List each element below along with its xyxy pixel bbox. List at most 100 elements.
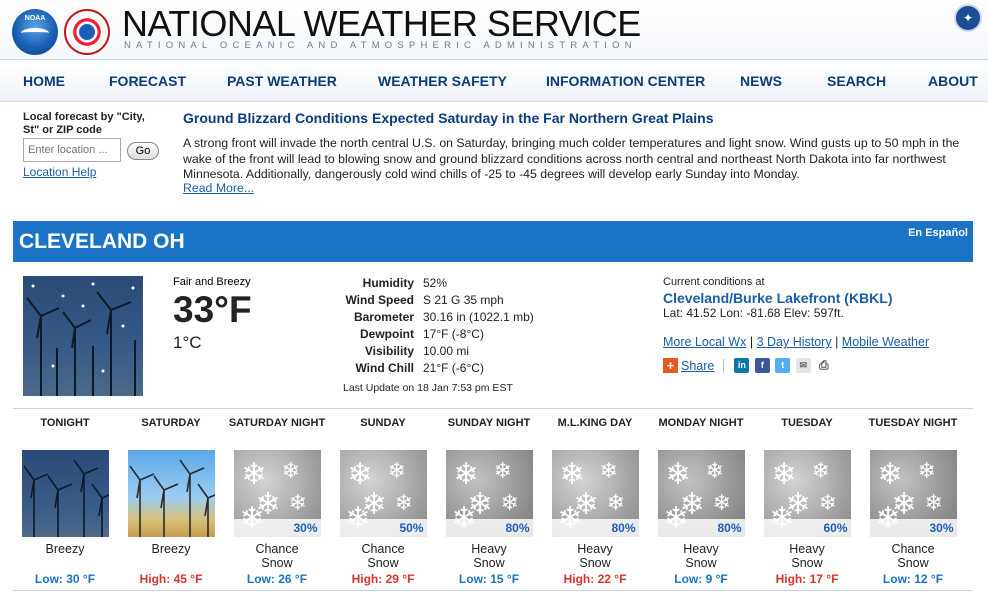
- forecast-period[interactable]: TUESDAY ❄❄❄❄❄60% HeavySnow High: 17 °F: [757, 417, 857, 586]
- main-nav: HOME FORECAST PAST WEATHER WEATHER SAFET…: [0, 62, 988, 102]
- detail-label: Dewpoint: [360, 327, 414, 341]
- news-headline[interactable]: Ground Blizzard Conditions Expected Satu…: [183, 110, 714, 126]
- section-divider: [13, 590, 973, 591]
- share-link[interactable]: Share: [681, 359, 714, 373]
- espanol-link[interactable]: En Español: [908, 227, 968, 239]
- forecast-period-name: TONIGHT: [40, 417, 90, 429]
- nav-news[interactable]: NEWS: [740, 73, 782, 89]
- forecast-low-temp: Low: 15 °F: [458, 572, 520, 586]
- site-header: NOAA NATIONAL WEATHER SERVICE NATIONAL O…: [0, 0, 988, 60]
- forecast-period[interactable]: TONIGHT Breezy Low: 30 °F: [15, 417, 115, 586]
- forecast-low-temp: Low: 9 °F: [674, 572, 728, 586]
- nav-past-weather[interactable]: PAST WEATHER: [227, 73, 337, 89]
- forecast-period-name: TUESDAY: [781, 417, 833, 429]
- share-plus-icon[interactable]: +: [663, 358, 678, 374]
- precip-chance: 60%: [763, 519, 851, 537]
- wind-turbine-icon[interactable]: [127, 450, 215, 537]
- snowflake-icon: ❄: [599, 458, 618, 483]
- forecast-short-desc: Heavy Snow: [683, 542, 719, 570]
- noaa-logo[interactable]: NOAA: [12, 9, 58, 55]
- go-button[interactable]: Go: [127, 142, 159, 160]
- commerce-seal-icon[interactable]: ✦: [954, 4, 982, 32]
- detail-value: 52%: [423, 276, 448, 290]
- section-divider: [13, 408, 973, 409]
- print-icon[interactable]: ⎙: [816, 358, 832, 374]
- city-bar: CLEVELAND OH En Español: [13, 221, 973, 262]
- forecast-period-name: MONDAY NIGHT: [658, 417, 744, 429]
- snow-icon[interactable]: ❄❄❄❄❄30%: [869, 450, 957, 537]
- nav-information-center[interactable]: INFORMATION CENTER: [546, 73, 705, 89]
- forecast-period[interactable]: SATURDAY Breezy High: 45 °F: [121, 417, 221, 586]
- snow-icon[interactable]: ❄❄❄❄❄50%: [339, 450, 427, 537]
- site-title: NATIONAL WEATHER SERVICE: [122, 3, 641, 44]
- nws-logo[interactable]: [64, 9, 110, 55]
- forecast-short-desc: Heavy Snow: [471, 542, 507, 570]
- forecast-period[interactable]: MONDAY NIGHT❄❄❄❄❄80%HeavySnowLow: 9 °F: [651, 417, 751, 586]
- snowflake-icon: ❄: [241, 458, 267, 491]
- mobile-weather-link[interactable]: Mobile Weather: [842, 335, 929, 349]
- last-update: Last Update on 18 Jan 7:53 pm EST: [343, 382, 513, 394]
- snowflake-icon: ❄: [387, 458, 406, 483]
- detail-value: 10.00 mi: [423, 344, 470, 358]
- nav-search[interactable]: SEARCH: [827, 73, 886, 89]
- forecast-period[interactable]: M.L.KING DAY❄❄❄❄❄80%HeavySnowHigh: 22 °F: [545, 417, 645, 586]
- news-body: A strong front will invade the north cen…: [183, 136, 960, 181]
- detail-label: Wind Chill: [355, 361, 414, 375]
- current-temp-c: 1°C: [173, 333, 202, 352]
- forecast-short-desc: Chance Snow: [361, 542, 405, 570]
- forecast-period-name: SUNDAY NIGHT: [447, 417, 531, 429]
- forecast-period-name: SATURDAY: [141, 417, 201, 429]
- detail-value: 21°F (-6°C): [423, 361, 484, 375]
- detail-value: 30.16 in (1022.1 mb): [423, 310, 534, 324]
- precip-chance: 80%: [445, 519, 533, 537]
- nav-weather-safety[interactable]: WEATHER SAFETY: [378, 73, 507, 89]
- snowflake-icon: ❄: [877, 458, 903, 491]
- nav-about[interactable]: ABOUT: [928, 73, 978, 89]
- more-local-wx-link[interactable]: More Local Wx: [663, 335, 746, 349]
- wind-turbine-icon: [26, 282, 136, 396]
- forecast-period[interactable]: TUESDAY NIGHT❄❄❄❄❄30%ChanceSnowLow: 12 °…: [863, 417, 963, 586]
- snowflake-icon: ❄: [559, 458, 585, 491]
- snowflake-icon: ❄: [453, 458, 479, 491]
- email-icon[interactable]: ✉: [795, 358, 811, 374]
- station-links: More Local Wx | 3 Day History | Mobile W…: [663, 335, 930, 349]
- forecast-period-name: M.L.KING DAY: [557, 417, 633, 429]
- station-link[interactable]: Cleveland/Burke Lakefront (KBKL): [663, 290, 892, 306]
- read-more-link[interactable]: Read More...: [183, 181, 254, 195]
- forecast-period-name: SATURDAY NIGHT: [228, 417, 326, 429]
- snow-icon[interactable]: ❄❄❄❄❄60%: [763, 450, 851, 537]
- nav-forecast[interactable]: FORECAST: [109, 73, 186, 89]
- linkedin-icon[interactable]: in: [734, 358, 750, 374]
- forecast-short-desc: Breezy: [151, 542, 191, 556]
- nav-home[interactable]: HOME: [23, 73, 65, 89]
- snow-icon[interactable]: ❄❄❄❄❄80%: [445, 450, 533, 537]
- forecast-short-desc: Breezy: [45, 542, 85, 556]
- location-help-link[interactable]: Location Help: [23, 165, 96, 179]
- forecast-period[interactable]: SUNDAY NIGHT❄❄❄❄❄80%HeavySnowLow: 15 °F: [439, 417, 539, 586]
- snowflake-icon: ❄: [665, 458, 691, 491]
- wind-turbine-icon[interactable]: [21, 450, 109, 537]
- forecast-period[interactable]: SUNDAY❄❄❄❄❄50%ChanceSnowHigh: 29 °F: [333, 417, 433, 586]
- snowflake-icon: ❄: [712, 490, 731, 515]
- detail-row-humidity: Humidity 52%: [330, 276, 590, 293]
- snow-icon[interactable]: ❄❄❄❄❄80%: [657, 450, 745, 537]
- snowflake-icon: ❄: [705, 458, 724, 483]
- snow-icon[interactable]: ❄❄❄❄❄30%: [233, 450, 321, 537]
- facebook-icon[interactable]: f: [754, 358, 770, 374]
- share-bar: + Share in f t ✉ ⎙: [663, 358, 832, 374]
- forecast-high-temp: High: 22 °F: [563, 572, 627, 586]
- nws-emblem-icon: [79, 24, 95, 40]
- twitter-icon[interactable]: t: [775, 358, 791, 374]
- three-day-history-link[interactable]: 3 Day History: [757, 335, 832, 349]
- snow-icon[interactable]: ❄❄❄❄❄80%: [551, 450, 639, 537]
- forecast-period[interactable]: SATURDAY NIGHT❄❄❄❄❄30%ChanceSnowLow: 26 …: [227, 417, 327, 586]
- forecast-short-desc: Heavy Snow: [789, 542, 825, 570]
- location-input[interactable]: [23, 138, 121, 162]
- forecast-short-desc: Chance Snow: [255, 542, 299, 570]
- wind-turbines-graphic: [22, 459, 109, 537]
- detail-label: Humidity: [362, 276, 414, 290]
- detail-value: S 21 G 35 mph: [423, 293, 504, 307]
- forecast-low-temp: Low: 12 °F: [882, 572, 944, 586]
- forecast-high-temp: High: 17 °F: [775, 572, 839, 586]
- precip-chance: 50%: [339, 519, 427, 537]
